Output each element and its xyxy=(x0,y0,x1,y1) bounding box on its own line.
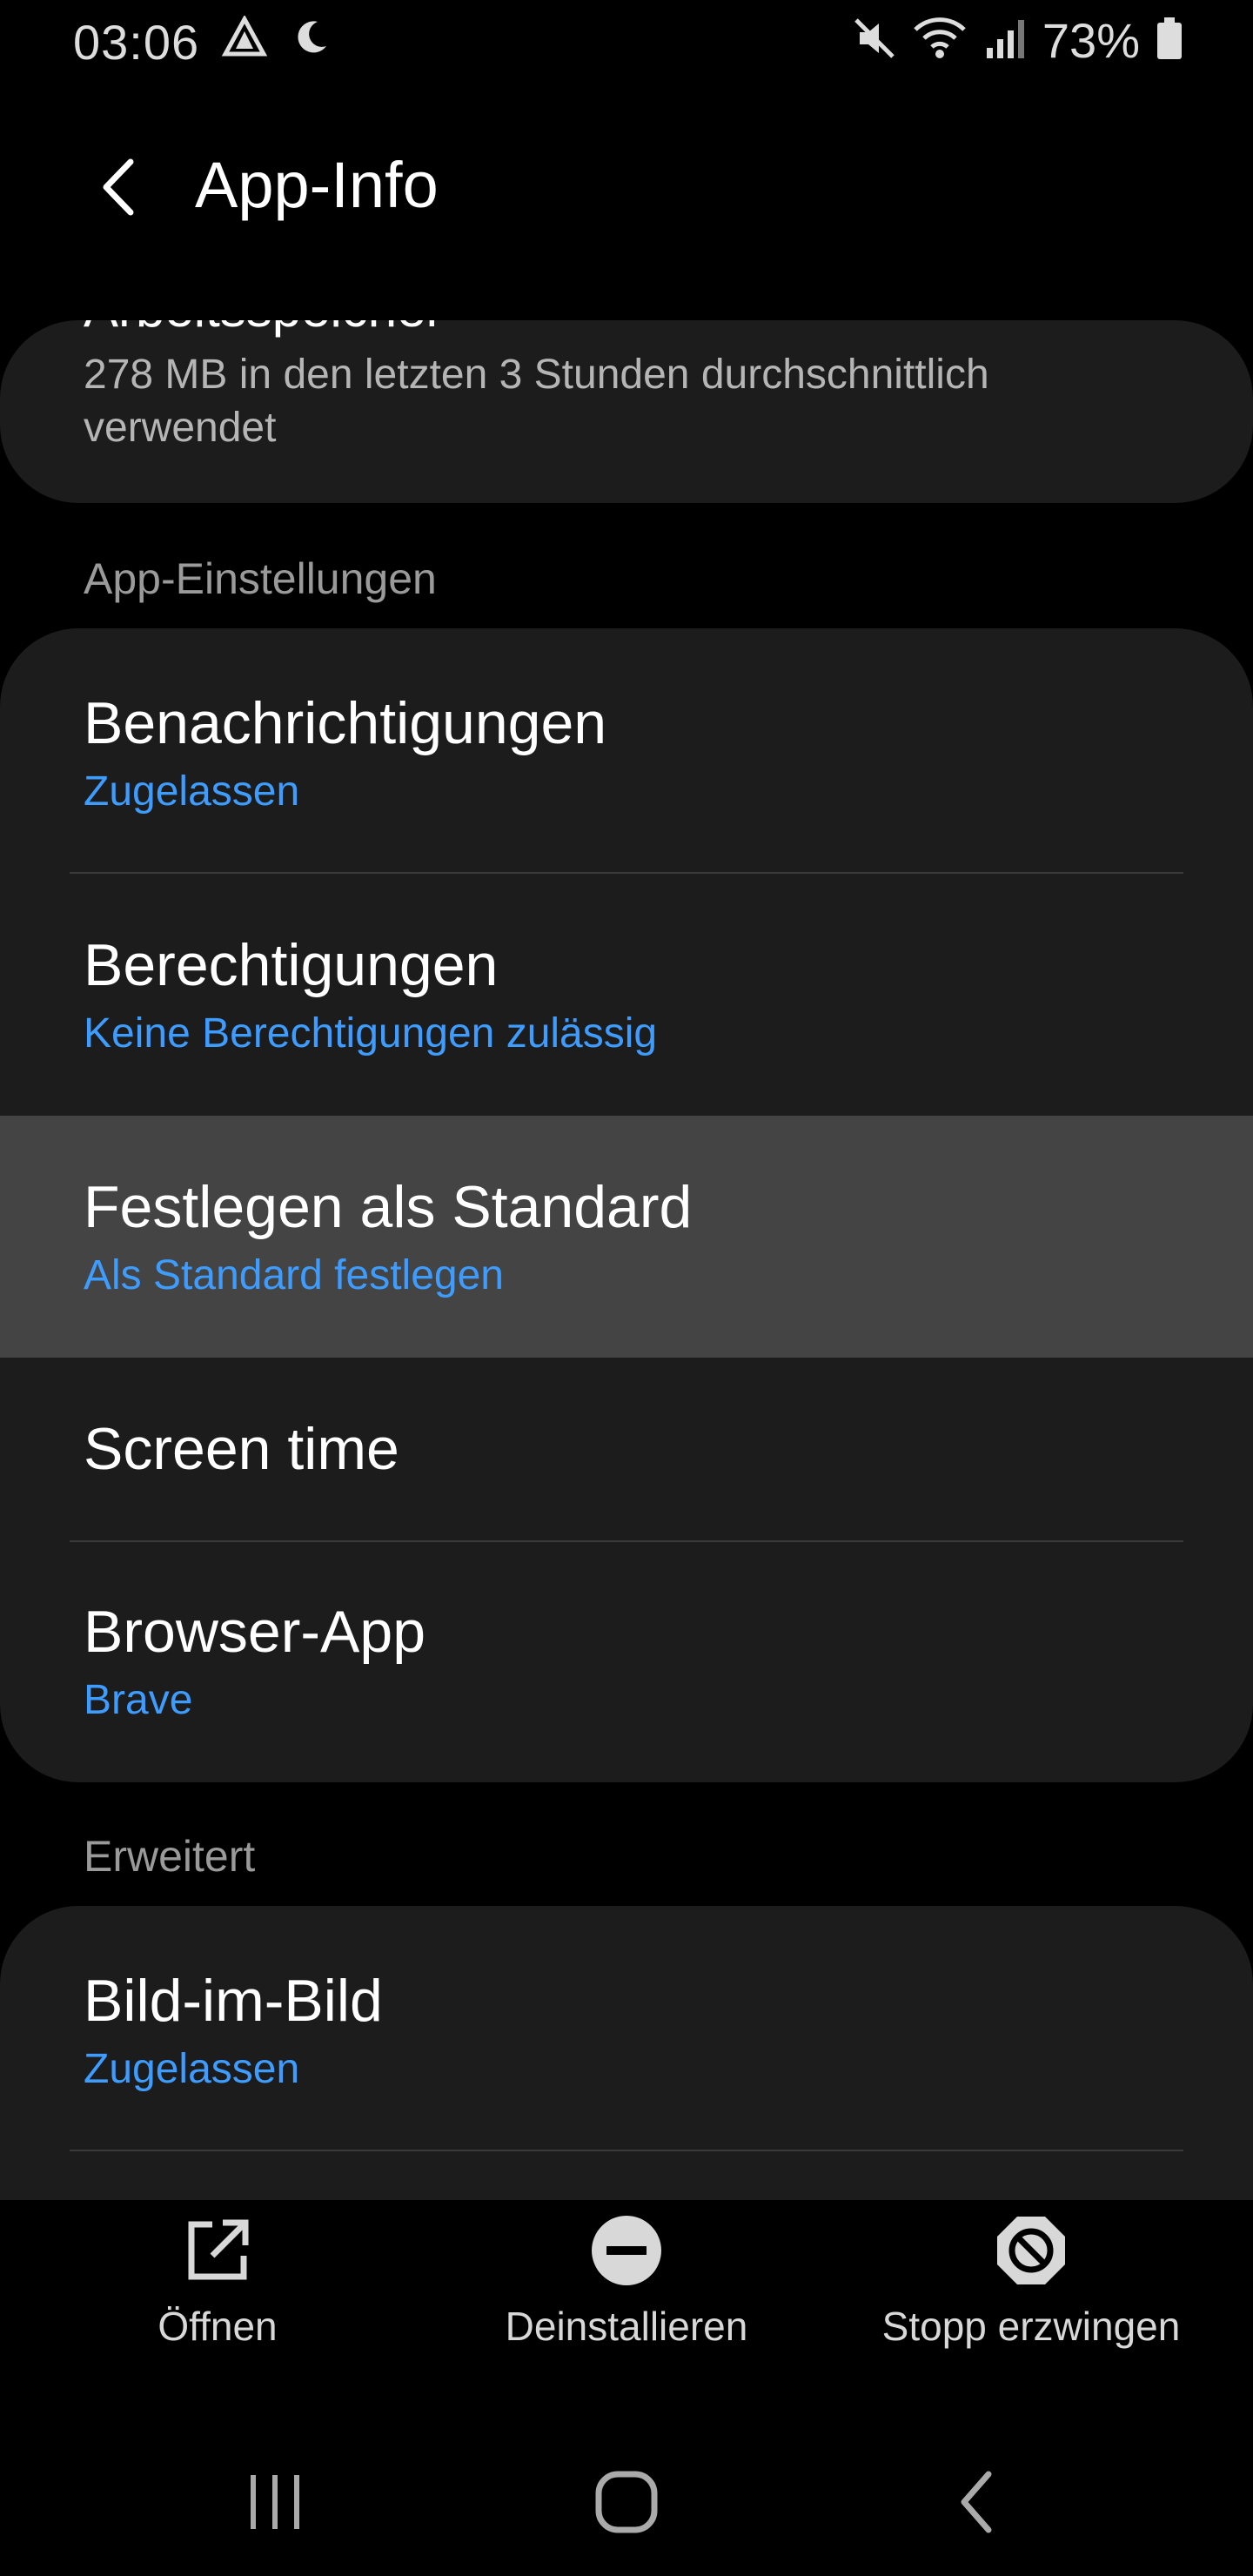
section-app-settings: App-Einstellungen xyxy=(84,554,437,603)
memory-title: Arbeitsspeicher xyxy=(84,320,444,339)
battery-percent: 73% xyxy=(1042,13,1140,68)
home-icon xyxy=(595,2471,658,2533)
status-time: 03:06 xyxy=(73,15,200,70)
force-stop-icon xyxy=(995,2207,1067,2294)
open-label: Öffnen xyxy=(157,2304,278,2349)
bottom-action-bar: Öffnen Deinstallieren Stopp erzwingen xyxy=(0,2200,1253,2374)
open-button[interactable]: Öffnen xyxy=(113,2200,322,2374)
status-left-icons xyxy=(221,14,332,62)
uninstall-icon xyxy=(591,2207,662,2294)
dnd-moon-icon xyxy=(291,17,332,61)
home-button[interactable] xyxy=(574,2463,679,2541)
nav-back-button[interactable] xyxy=(924,2463,1029,2541)
recent-apps-button[interactable] xyxy=(223,2463,327,2541)
section-advanced: Erweitert xyxy=(84,1832,256,1881)
item-title: Bild-im-Bild xyxy=(84,1968,383,2034)
recent-apps-icon xyxy=(251,2475,299,2529)
system-nav-bar xyxy=(0,2428,1253,2576)
list-item-picture-in-picture[interactable]: Bild-im-Bild Zugelassen xyxy=(0,1906,1253,2150)
uninstall-label: Deinstallieren xyxy=(505,2304,748,2349)
item-title: Screen time xyxy=(84,1416,399,1482)
app-bar: App-Info xyxy=(0,131,1253,235)
item-title: Browser-App xyxy=(84,1599,426,1665)
item-title: Festlegen als Standard xyxy=(84,1174,693,1240)
force-stop-button[interactable]: Stopp erzwingen xyxy=(870,2200,1192,2374)
item-subtitle: Brave xyxy=(84,1677,193,1723)
item-subtitle: Als Standard festlegen xyxy=(84,1252,504,1298)
open-external-icon xyxy=(183,2207,252,2294)
nav-back-icon xyxy=(961,2471,992,2533)
list-item-set-as-default[interactable]: Festlegen als Standard Als Standard fest… xyxy=(0,1116,1253,1358)
signal-icon xyxy=(983,17,1027,64)
divider xyxy=(70,2150,1183,2151)
status-right: 73% xyxy=(853,12,1183,69)
page-title: App-Info xyxy=(195,149,439,221)
mute-icon xyxy=(853,17,896,64)
back-button[interactable] xyxy=(78,148,157,226)
navigation-icon xyxy=(221,14,268,62)
app-settings-card: Benachrichtigungen Zugelassen Berechtigu… xyxy=(0,628,1253,1782)
item-subtitle: Zugelassen xyxy=(84,768,300,815)
status-bar: 03:06 73% xyxy=(0,0,1253,87)
item-subtitle: Zugelassen xyxy=(84,2046,300,2092)
wifi-icon xyxy=(912,16,968,65)
memory-text: 278 MB in den letzten 3 Stunden durchsch… xyxy=(84,352,989,451)
list-item-browser-app[interactable]: Browser-App Brave xyxy=(0,1542,1253,1782)
uninstall-button[interactable]: Deinstallieren xyxy=(487,2200,766,2374)
force-stop-label: Stopp erzwingen xyxy=(881,2304,1181,2349)
item-title: Berechtigungen xyxy=(84,932,499,998)
item-subtitle: Keine Berechtigungen zulässig xyxy=(84,1010,658,1057)
list-item-screen-time[interactable]: Screen time xyxy=(0,1358,1253,1540)
list-item-notifications[interactable]: Benachrichtigungen Zugelassen xyxy=(0,628,1253,872)
item-title: Benachrichtigungen xyxy=(84,690,607,756)
memory-card[interactable]: Arbeitsspeicher 278 MB in den letzten 3 … xyxy=(0,320,1253,503)
back-arrow-icon xyxy=(103,158,134,216)
scroll-mask xyxy=(0,261,1253,320)
battery-icon xyxy=(1156,16,1183,65)
list-item-permissions[interactable]: Berechtigungen Keine Berechtigungen zulä… xyxy=(0,874,1253,1116)
